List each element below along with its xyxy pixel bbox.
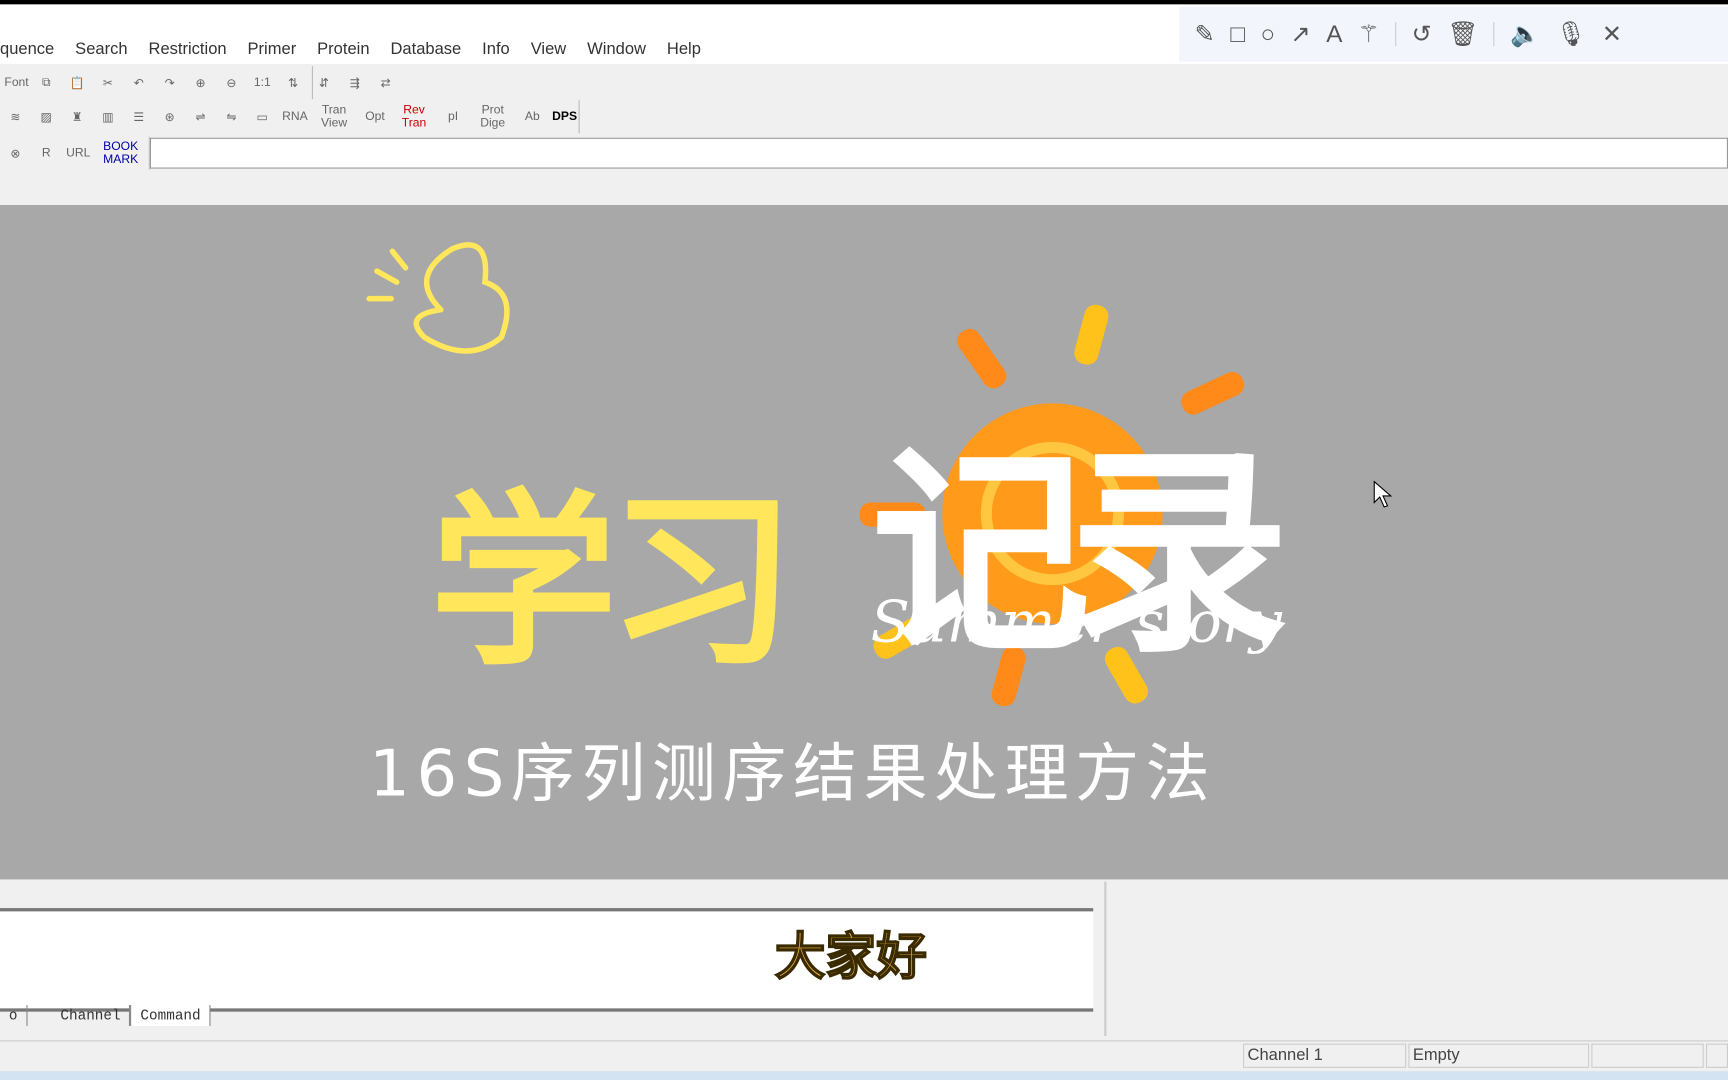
menu-item-search[interactable]: Search [75,40,127,59]
tab-command[interactable]: Command [130,1005,211,1026]
toolbar-button[interactable]: ≋ [4,110,26,124]
toolbar-button[interactable]: ☰ [128,110,150,124]
rectangle-icon[interactable]: □ [1230,20,1245,49]
toolbar-button[interactable]: ⊛ [159,110,181,124]
toolbar-button[interactable]: Tran View [313,104,355,130]
menu-item-view[interactable]: View [531,40,567,59]
toolbar-button[interactable]: ⇵ [313,75,335,90]
title-yellow: 学习 [429,473,796,693]
toolbar-button[interactable]: ♜ [66,110,88,124]
menu-item-window[interactable]: Window [587,40,646,59]
toolbar-button[interactable]: 📋 [66,75,88,90]
toolbar-button[interactable]: 1:1 [251,76,273,89]
cursor-icon [1373,480,1393,508]
toolbar-button[interactable]: ⇄ [375,75,397,90]
trash-icon[interactable]: 🗑 [1447,20,1478,49]
toolbar-button[interactable]: Ab [521,110,543,123]
status-cell-3 [1591,1043,1704,1068]
toolbar-button[interactable]: ↶ [128,75,150,90]
toolbar-button[interactable]: ▨ [35,110,57,124]
menu-item-quence[interactable]: quence [0,40,54,59]
toolbar-analysis: ≋ ▨ ♜ ▥ ☰ ⊛ ⇌ ⇋ ▭ RNA Tran View Opt Rev Tran pI Prot D… [0,100,580,134]
menu-item-info[interactable]: Info [482,40,510,59]
output-area [0,908,1094,1012]
toolbar-standard: Font ⧉ 📋 ✂ ↶ ↷ ⊕ ⊖ 1:1 ⇅ ⇵ ⇶ ⇄ [0,66,391,100]
toolbar-button[interactable]: ↷ [159,75,181,90]
toolbar-button[interactable]: URL [66,147,90,160]
undo-icon[interactable]: ↺ [1412,20,1432,49]
circle-icon[interactable]: ○ [1260,20,1275,49]
menu: quence Search Restriction Primer Protein Data… [0,40,701,59]
toolbar-button[interactable]: Font [4,76,28,89]
microphone-icon[interactable]: 🎙 [1556,20,1587,49]
menu-item-protein[interactable]: Protein [317,40,369,59]
app-window: quence Search Restriction Primer Protein Data… [0,0,1728,1080]
toolbar-button[interactable]: RNA [282,110,308,123]
subtitle: 16S序列测序结果处理方法 [369,736,1217,812]
script-text: Summer story [870,589,1282,656]
duck-icon [366,242,510,354]
toolbar-button[interactable]: ⊗ [4,146,26,160]
toolbar-button[interactable]: ▭ [251,110,273,124]
toolbar-button[interactable]: ⇅ [282,75,304,90]
status-bar: Channel 1 Empty [0,1040,1728,1073]
tab-o[interactable]: o [0,1005,28,1026]
toolbar-button[interactable]: ⊕ [190,75,212,90]
toolbar-button[interactable]: BOOK MARK [97,140,144,166]
toolbar-button[interactable]: ⇶ [344,75,366,90]
taskbar [0,1071,1728,1080]
close-icon[interactable]: ✕ [1602,20,1622,49]
toolbar-button[interactable]: ⧉ [35,75,57,89]
status-cell-4 [1705,1043,1728,1068]
toolbar-button[interactable]: Opt [364,110,386,123]
toolbar-button[interactable]: ⇌ [190,110,212,124]
toolbar-button[interactable]: ⇋ [220,110,242,124]
pencil-icon[interactable]: ✎ [1195,20,1215,49]
greeting-text: 大家好 [774,926,928,987]
speaker-icon[interactable]: 🔈 [1510,20,1540,49]
toolbar-button[interactable]: R [35,147,57,160]
output-tabs: o Channel Command [0,1005,211,1026]
status-state: Empty [1408,1043,1590,1068]
toolbar-button[interactable]: Rev Tran [395,104,433,130]
toolbar-button[interactable]: ✂ [97,75,119,90]
toolbar-button[interactable]: pI [442,110,464,123]
toolbar-button[interactable]: ▥ [97,110,119,124]
menu-item-help[interactable]: Help [667,40,701,59]
text-icon[interactable]: A [1326,20,1342,49]
magic-wand-icon[interactable]: ⚚ [1358,20,1380,49]
toolbar-button[interactable]: ⊖ [220,75,242,90]
toolbar-button[interactable]: DPS [552,110,577,123]
arrow-icon[interactable]: ↗ [1291,20,1311,49]
separator [1395,22,1397,47]
address-input[interactable] [149,137,1728,169]
separator [1493,22,1495,47]
toolbar-button[interactable]: Prot Dige [473,104,513,130]
toolbar-web: ⊗ R URL BOOK MARK [0,136,150,170]
tab-channel[interactable]: Channel [27,1005,131,1026]
menu-item-primer[interactable]: Primer [248,40,297,59]
menu-item-database[interactable]: Database [390,40,461,59]
annotation-toolbar: ✎ □ ○ ↗ A ⚚ ↺ 🗑 🔈 🎙 ✕ [1179,6,1728,62]
status-channel: Channel 1 [1243,1043,1407,1068]
menu-item-restriction[interactable]: Restriction [148,40,226,59]
